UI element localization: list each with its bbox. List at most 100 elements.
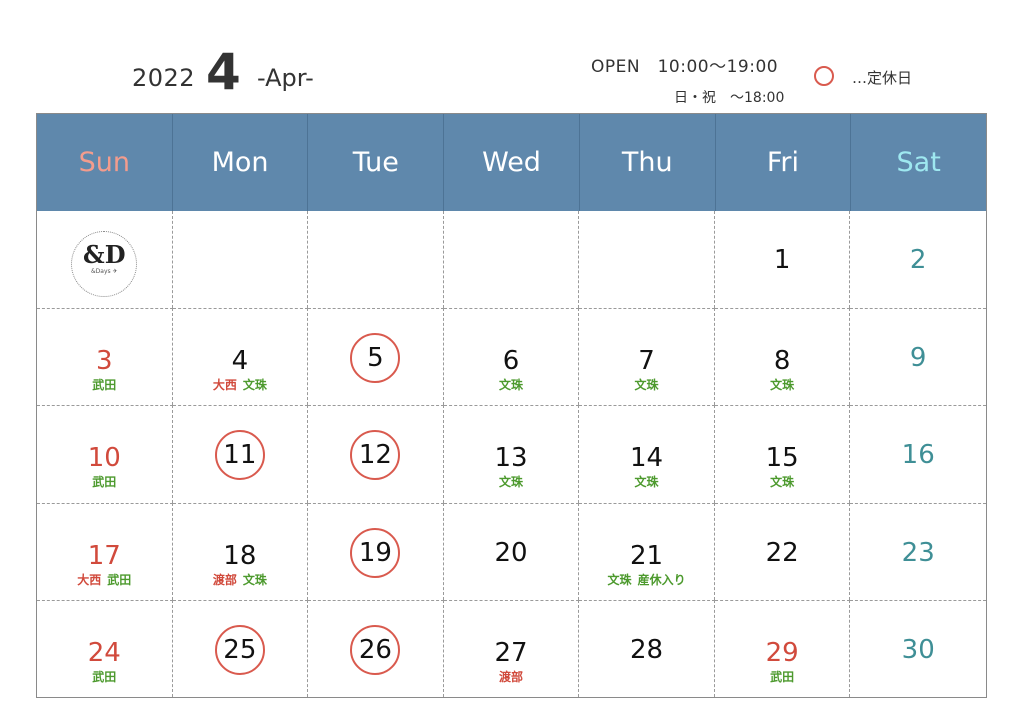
day-cell: 24 武田 [37, 599, 173, 697]
year-label: 2022 [132, 64, 196, 92]
sunday-hours: 日・祝 〜18:00 [674, 90, 785, 106]
day-number: 29 [765, 637, 799, 668]
staff-name: 文珠 [242, 572, 267, 587]
staff-notes: 文珠 [715, 378, 850, 392]
weekday-mon: Mon [173, 114, 309, 211]
day-number: 7 [638, 346, 655, 377]
weekday-sat: Sat [896, 147, 941, 178]
staff-name: 文珠 [634, 378, 659, 393]
day-number: 10 [87, 443, 121, 474]
day-number: 19 [358, 537, 392, 568]
staff-name: 武田 [770, 669, 795, 684]
day-cell: 29 武田 [714, 599, 851, 697]
month-number: 4 [206, 43, 241, 101]
day-number: 25 [223, 634, 257, 665]
day-number: 11 [223, 440, 257, 471]
day-cell: 14 文珠 [579, 405, 715, 503]
day-number: 17 [87, 540, 121, 571]
staff-notes: 文珠 [444, 475, 579, 489]
weekday-fri: Fri [716, 114, 852, 211]
staff-name: 文珠 [498, 378, 523, 393]
staff-notes: 文珠 産休入り [579, 573, 714, 587]
day-cell: 27 渡部 [443, 599, 580, 697]
day-cell: 5 [308, 308, 444, 406]
staff-name: 武田 [107, 572, 132, 587]
day-number: 1 [773, 245, 791, 275]
day-cell [579, 211, 715, 309]
staff-notes: 文珠 [579, 378, 714, 392]
day-number: 24 [87, 637, 121, 668]
day-number: 18 [223, 540, 257, 571]
staff-name: 大西 [212, 378, 237, 393]
day-number: 13 [494, 443, 528, 474]
weekday-tue: Tue [308, 114, 445, 211]
day-cell [173, 211, 309, 309]
day-number: 6 [502, 346, 520, 377]
staff-notes: 大西 文珠 [173, 378, 308, 392]
day-cell: 6 文珠 [443, 308, 580, 406]
day-number: 30 [901, 634, 935, 665]
day-cell: 23 [850, 502, 986, 600]
day-cell: 20 [443, 502, 580, 600]
logo-subtext: &Days ✈ [90, 268, 118, 275]
calendar-grid: &D &Days ✈ 1 2 3 武田 4 大西 文珠 5 6 文珠 7 文珠 8 文珠 9 10 武田 11 12 13… [37, 211, 986, 697]
day-number: 12 [358, 440, 392, 471]
day-cell: 10 武田 [37, 405, 173, 503]
day-number: 9 [909, 343, 927, 374]
day-number: 3 [96, 346, 113, 377]
open-hours: OPEN 10:00〜19:00 [591, 57, 779, 77]
day-cell: 17 大西 武田 [37, 502, 173, 600]
staff-notes: 武田 [37, 475, 172, 489]
staff-name: 武田 [92, 669, 117, 684]
day-cell: 19 [308, 502, 444, 600]
day-cell: 12 [308, 405, 444, 503]
staff-notes: 渡部 [444, 670, 579, 684]
day-number: 4 [231, 346, 249, 377]
day-number: 27 [494, 637, 528, 668]
staff-name: 文珠 [607, 572, 632, 587]
day-cell: 16 [850, 405, 986, 502]
staff-name: 文珠 [498, 475, 523, 490]
day-cell: 15 文珠 [714, 405, 851, 503]
month-english: -Apr- [257, 64, 314, 92]
shop-logo: &D &Days ✈ [71, 231, 138, 297]
staff-notes: 文珠 [715, 475, 850, 489]
staff-name: 産休入り [637, 572, 686, 587]
staff-notes: 渡部 文珠 [173, 573, 308, 587]
day-number: 26 [358, 634, 392, 665]
day-number: 20 [494, 537, 528, 568]
logo-mark: &D [83, 240, 126, 269]
day-cell: 13 文珠 [443, 405, 580, 503]
day-cell: 30 [850, 599, 986, 697]
weekday-sun: Sun [37, 114, 173, 211]
weekday-wed: Wed [444, 114, 580, 211]
staff-name: 文珠 [634, 475, 659, 490]
weekday-header-row: Sun Mon Tue Wed Thu Fri Sat [37, 114, 986, 211]
day-cell: 9 [850, 308, 986, 405]
day-cell: 1 [715, 211, 851, 309]
day-number: 21 [630, 540, 664, 571]
day-cell: 7 文珠 [579, 308, 715, 406]
staff-name: 文珠 [242, 378, 267, 393]
day-cell: 4 大西 文珠 [172, 308, 309, 406]
staff-name: 大西 [77, 572, 102, 587]
day-cell: 26 [308, 599, 444, 697]
day-cell: 21 文珠 産休入り [579, 502, 715, 600]
staff-name: 文珠 [770, 475, 795, 490]
staff-name: 武田 [92, 378, 117, 393]
closed-legend-circle-icon [814, 66, 834, 86]
day-cell: 25 [172, 599, 309, 697]
staff-notes: 武田 [715, 670, 850, 684]
staff-name: 渡部 [212, 572, 237, 587]
staff-notes: 大西 武田 [37, 573, 172, 587]
day-cell: 11 [172, 405, 309, 503]
day-number: 2 [909, 245, 927, 275]
day-cell: 2 [850, 211, 986, 308]
day-number: 5 [367, 343, 384, 374]
closed-legend-text: …定休日 [852, 69, 913, 87]
day-number: 23 [901, 537, 935, 568]
staff-name: 渡部 [498, 669, 523, 684]
calendar-table: Sun Mon Tue Wed Thu Fri Sat &D &Days ✈ 1 2 3… [36, 113, 987, 698]
weekday-thu: Thu [580, 114, 716, 211]
day-number: 14 [630, 443, 664, 474]
